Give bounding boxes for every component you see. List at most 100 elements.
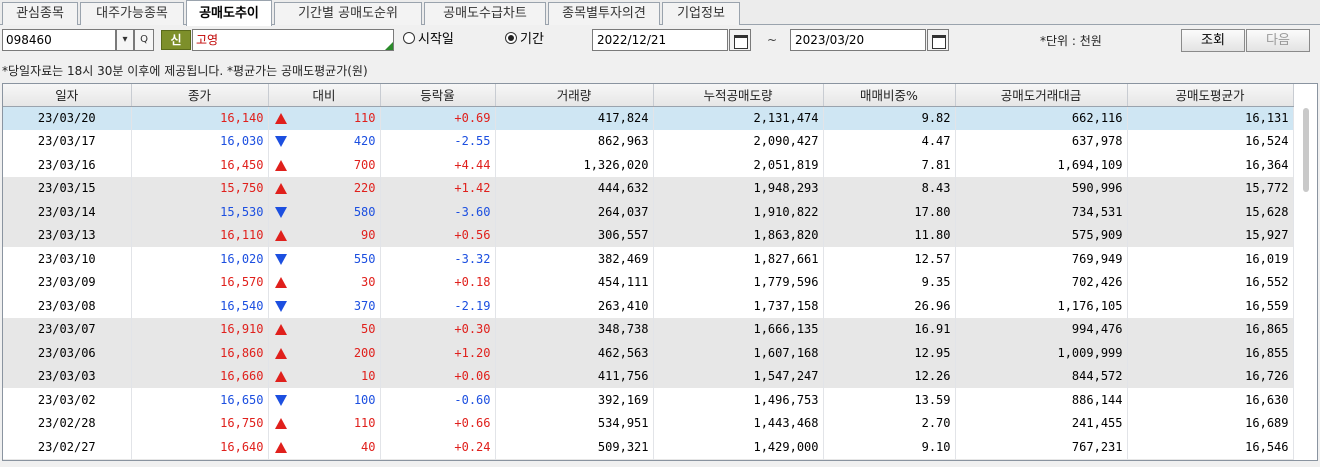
table-row[interactable]: 23/03/17 16,030 420 -2.55 862,963 2,090,427 4.…: [3, 129, 1294, 153]
calendar-icon[interactable]: [927, 29, 949, 51]
cell-short-amount: 1,694,109: [955, 153, 1128, 177]
cell-cumulative-short: 2,090,427: [653, 129, 824, 153]
cell-cumulative-short: 1,779,596: [653, 270, 824, 294]
end-date-input[interactable]: 2023/03/20: [790, 29, 926, 51]
cell-short-avg-price: 15,927: [1127, 223, 1294, 247]
table-row[interactable]: 23/03/02 16,650 100 -0.60 392,169 1,496,753 13…: [3, 388, 1294, 412]
stock-name-field[interactable]: 고영: [192, 29, 394, 51]
cell-date: 23/03/07: [3, 317, 132, 341]
cell-rate: +0.66: [380, 411, 496, 435]
cell-change: 100: [268, 388, 381, 412]
cell-date: 23/03/06: [3, 341, 132, 365]
cell-date: 23/02/24: [3, 458, 132, 460]
tab-short-supply-chart[interactable]: 공매도수급차트: [424, 2, 546, 25]
col-short-amount[interactable]: 공매도거래대금: [955, 84, 1128, 107]
cell-rate: -3.32: [380, 247, 496, 271]
calendar-icon[interactable]: [729, 29, 751, 51]
cell-short-amount: 734,531: [955, 200, 1128, 224]
cell-trade-ratio: 7.81: [823, 153, 956, 177]
col-volume[interactable]: 거래량: [495, 84, 654, 107]
cell-short-avg-price: 16,630: [1127, 388, 1294, 412]
table-row[interactable]: 23/03/13 16,110 90 +0.56 306,557 1,863,820 11.…: [3, 223, 1294, 247]
cell-close: 16,110: [131, 223, 269, 247]
table-row[interactable]: 23/03/20 16,140 110 +0.69 417,824 2,131,474 9.…: [3, 106, 1294, 130]
cell-rate: +0.56: [380, 223, 496, 247]
arrow-down-icon: [274, 394, 287, 406]
col-rate[interactable]: 등락율: [380, 84, 496, 107]
radio-start-date[interactable]: 시작일: [403, 31, 454, 49]
stock-code-input[interactable]: 098460: [2, 29, 116, 51]
table-row[interactable]: 23/03/14 15,530 580 -3.60 264,037 1,910,822 17…: [3, 200, 1294, 224]
cell-close: 16,450: [131, 153, 269, 177]
change-value: 200: [353, 345, 376, 360]
cell-date: 23/03/13: [3, 223, 132, 247]
tab-company-info[interactable]: 기업정보: [662, 2, 740, 25]
col-short-avg-price[interactable]: 공매도평균가: [1127, 84, 1294, 107]
cell-date: 23/03/10: [3, 247, 132, 271]
cell-cumulative-short: 1,607,168: [653, 341, 824, 365]
change-value: 100: [353, 392, 376, 407]
tab-bar: 관심종목 대주가능종목 공매도추이 기간별 공매도순위 공매도수급차트 종목별투…: [0, 0, 1320, 26]
table-row[interactable]: 23/02/2416,600380-2.24369,0111,382,6319.…: [3, 458, 1294, 460]
tab-investment-opinion[interactable]: 종목별투자의견: [548, 2, 660, 25]
code-search-button[interactable]: Q: [134, 29, 154, 51]
vertical-scrollbar[interactable]: [1303, 108, 1309, 192]
tab-watchlist[interactable]: 관심종목: [2, 2, 78, 25]
data-notice: *당일자료는 18시 30분 이후에 제공됩니다. *평균가는 공매도평균가(원…: [2, 64, 368, 78]
cell-change: 380: [268, 458, 381, 460]
col-date[interactable]: 일자: [3, 84, 132, 107]
table-row[interactable]: 23/03/16 16,450 700 +4.44 1,326,020 2,051,819…: [3, 153, 1294, 177]
cell-short-amount: 557,512: [955, 458, 1128, 460]
cell-volume: 444,632: [495, 176, 654, 200]
change-value: 550: [353, 251, 376, 266]
table-header: 일자 종가 대비 등락율 거래량 누적공매도량 매매비중% 공매도거래대금 공매…: [3, 84, 1294, 107]
start-date-input[interactable]: 2022/12/21: [592, 29, 728, 51]
table-row[interactable]: 23/03/07 16,910 50 +0.30 348,738 1,666,135 16.…: [3, 317, 1294, 341]
cell-volume: 454,111: [495, 270, 654, 294]
arrow-up-icon: [274, 277, 287, 289]
table-row[interactable]: 23/03/10 16,020 550 -3.32 382,469 1,827,661 12…: [3, 247, 1294, 271]
tab-borrowable-stocks[interactable]: 대주가능종목: [80, 2, 184, 25]
tab-period-short-ranking[interactable]: 기간별 공매도순위: [274, 2, 422, 25]
col-cumulative-short[interactable]: 누적공매도량: [653, 84, 824, 107]
cell-trade-ratio: 8.43: [823, 176, 956, 200]
short-selling-table: 일자 종가 대비 등락율 거래량 누적공매도량 매매비중% 공매도거래대금 공매…: [3, 84, 1294, 460]
table-row[interactable]: 23/03/08 16,540 370 -2.19 263,410 1,737,158 26…: [3, 294, 1294, 318]
cell-volume: 417,824: [495, 106, 654, 130]
table-row[interactable]: 23/03/03 16,660 10 +0.06 411,756 1,547,247 12.…: [3, 364, 1294, 388]
cell-change: 370: [268, 294, 381, 318]
query-button[interactable]: 조회: [1181, 29, 1245, 52]
code-dropdown-button[interactable]: ▾: [116, 29, 134, 51]
radio-start-label: 시작일: [418, 32, 454, 47]
cell-cumulative-short: 1,737,158: [653, 294, 824, 318]
cell-short-amount: 637,978: [955, 129, 1128, 153]
cell-cumulative-short: 1,496,753: [653, 388, 824, 412]
cell-close: 16,540: [131, 294, 269, 318]
arrow-down-icon: [274, 300, 287, 312]
radio-period[interactable]: 기간: [505, 31, 544, 49]
table-row[interactable]: 23/02/28 16,750 110 +0.66 534,951 1,443,468 2.…: [3, 411, 1294, 435]
cell-cumulative-short: 1,429,000: [653, 435, 824, 459]
col-close[interactable]: 종가: [131, 84, 269, 107]
table-row[interactable]: 23/02/27 16,640 40 +0.24 509,321 1,429,000 9.1…: [3, 435, 1294, 459]
col-change[interactable]: 대비: [268, 84, 381, 107]
cell-close: 15,530: [131, 200, 269, 224]
cell-volume: 411,756: [495, 364, 654, 388]
cell-short-amount: 1,176,105: [955, 294, 1128, 318]
table-row[interactable]: 23/03/06 16,860 200 +1.20 462,563 1,607,168 12…: [3, 341, 1294, 365]
change-value: 220: [353, 181, 376, 196]
col-trade-ratio[interactable]: 매매비중%: [823, 84, 956, 107]
arrow-up-icon: [274, 324, 287, 336]
cell-trade-ratio: 9.82: [823, 106, 956, 130]
cell-short-amount: 767,231: [955, 435, 1128, 459]
short-selling-grid[interactable]: 일자 종가 대비 등락율 거래량 누적공매도량 매매비중% 공매도거래대금 공매…: [2, 83, 1318, 461]
cell-trade-ratio: 26.96: [823, 294, 956, 318]
arrow-down-icon: [274, 136, 287, 148]
next-button[interactable]: 다음: [1246, 29, 1310, 52]
cell-volume: 348,738: [495, 317, 654, 341]
tab-short-selling-trend[interactable]: 공매도추이: [186, 0, 272, 26]
cell-change: 110: [268, 106, 381, 130]
table-row[interactable]: 23/03/15 15,750 220 +1.42 444,632 1,948,293 8.…: [3, 176, 1294, 200]
table-row[interactable]: 23/03/09 16,570 30 +0.18 454,111 1,779,596 9.3…: [3, 270, 1294, 294]
chevron-down-icon: ▾: [122, 34, 128, 45]
